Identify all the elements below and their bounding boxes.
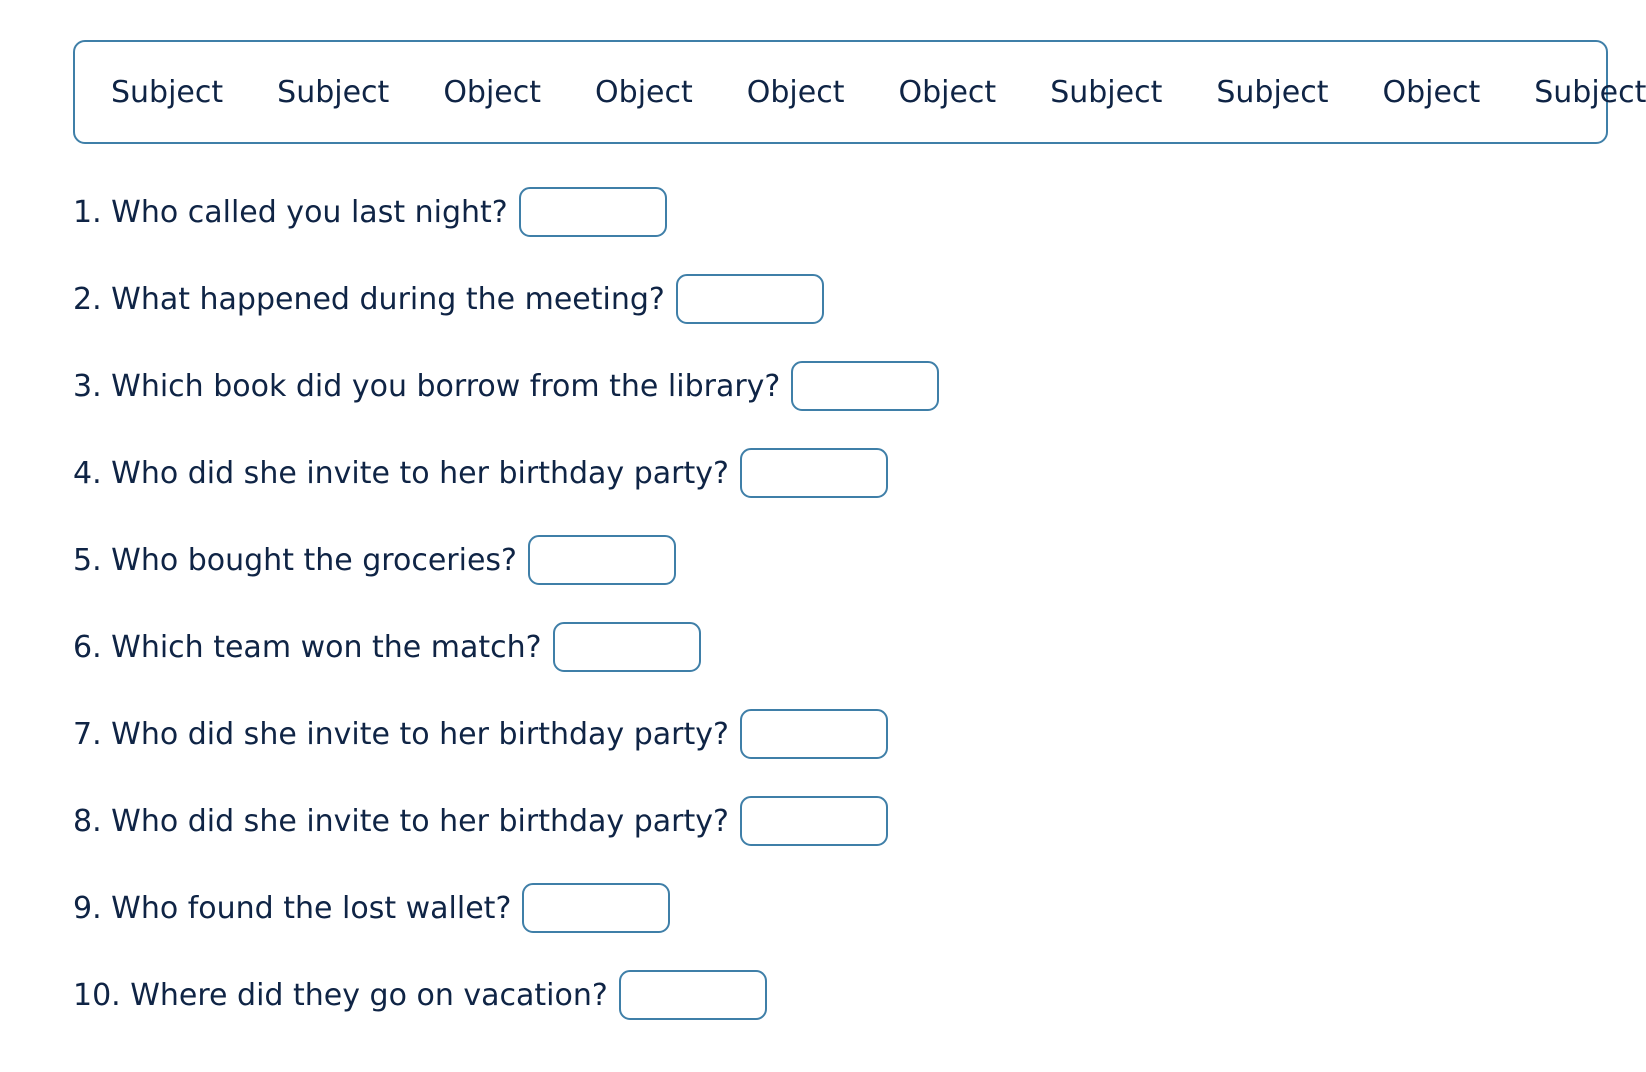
- word-bank-item[interactable]: Subject: [111, 75, 223, 110]
- word-bank: Subject Subject Object Object Object Obj…: [73, 40, 1646, 144]
- question-row: 1. Who called you last night?: [73, 186, 1573, 238]
- answer-drop-box[interactable]: [527, 535, 676, 585]
- answer-drop-box[interactable]: [739, 709, 888, 759]
- question-text: 5. Who bought the groceries?: [73, 542, 517, 578]
- word-bank-item[interactable]: Subject: [277, 75, 389, 110]
- word-bank-item[interactable]: Object: [898, 75, 996, 110]
- word-bank-item[interactable]: Subject: [1050, 75, 1162, 110]
- question-row: 5. Who bought the groceries?: [73, 534, 1573, 586]
- question-list: 1. Who called you last night? 2. What ha…: [73, 186, 1573, 1056]
- question-text: 1. Who called you last night?: [73, 194, 508, 230]
- question-text: 10. Where did they go on vacation?: [73, 977, 608, 1013]
- question-text: 6. Which team won the match?: [73, 629, 542, 665]
- question-text: 8. Who did she invite to her birthday pa…: [73, 803, 729, 839]
- question-row: 10. Where did they go on vacation?: [73, 969, 1573, 1021]
- word-bank-item[interactable]: Object: [443, 75, 541, 110]
- question-text: 3. Which book did you borrow from the li…: [73, 368, 781, 404]
- answer-drop-box[interactable]: [618, 970, 767, 1020]
- question-text: 7. Who did she invite to her birthday pa…: [73, 716, 729, 752]
- question-text: 4. Who did she invite to her birthday pa…: [73, 455, 729, 491]
- answer-drop-box[interactable]: [518, 187, 667, 237]
- answer-drop-box[interactable]: [522, 883, 671, 933]
- word-bank-item[interactable]: Subject: [1534, 75, 1646, 110]
- word-bank-item[interactable]: Subject: [1216, 75, 1328, 110]
- question-row: 8. Who did she invite to her birthday pa…: [73, 795, 1573, 847]
- question-row: 9. Who found the lost wallet?: [73, 882, 1573, 934]
- word-bank-item[interactable]: Object: [595, 75, 693, 110]
- question-row: 2. What happened during the meeting?: [73, 273, 1573, 325]
- question-row: 6. Which team won the match?: [73, 621, 1573, 673]
- answer-drop-box[interactable]: [739, 796, 888, 846]
- question-text: 2. What happened during the meeting?: [73, 281, 665, 317]
- answer-drop-box[interactable]: [739, 448, 888, 498]
- answer-drop-box[interactable]: [552, 622, 701, 672]
- question-row: 3. Which book did you borrow from the li…: [73, 360, 1573, 412]
- word-bank-item[interactable]: Object: [1383, 75, 1481, 110]
- answer-drop-box[interactable]: [675, 274, 824, 324]
- question-row: 7. Who did she invite to her birthday pa…: [73, 708, 1573, 760]
- word-bank-item[interactable]: Object: [747, 75, 845, 110]
- question-row: 4. Who did she invite to her birthday pa…: [73, 447, 1573, 499]
- answer-drop-box[interactable]: [791, 361, 940, 411]
- question-text: 9. Who found the lost wallet?: [73, 890, 512, 926]
